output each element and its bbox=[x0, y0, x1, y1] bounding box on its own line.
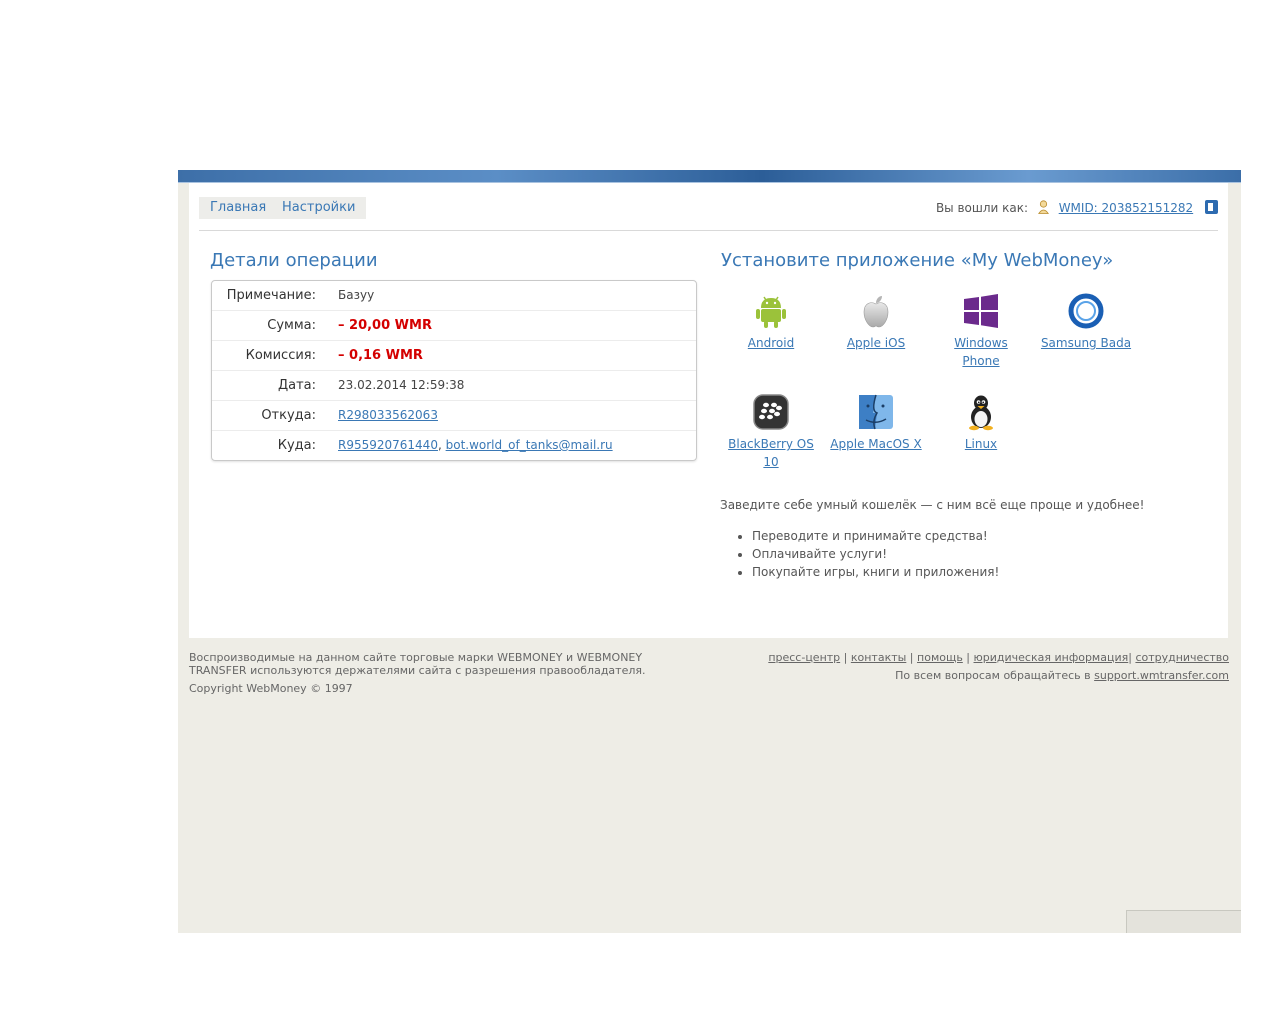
details-table: Примечание: Базуу Сумма: – 20,00 WMR Ком… bbox=[211, 280, 697, 461]
app-label[interactable]: Apple iOS bbox=[847, 336, 905, 350]
windows-icon bbox=[964, 294, 998, 328]
note-value: Базуу bbox=[338, 288, 375, 302]
list-item: Оплачивайте услуги! bbox=[752, 545, 999, 563]
support-link[interactable]: support.wmtransfer.com bbox=[1094, 669, 1229, 682]
support-text: По всем вопросам обращайтесь в bbox=[895, 669, 1091, 682]
mini-widget bbox=[1126, 910, 1241, 933]
table-row: Комиссия: – 0,16 WMR bbox=[212, 340, 696, 370]
tab-settings[interactable]: Настройки bbox=[271, 197, 367, 219]
apple-icon bbox=[863, 296, 889, 328]
details-title: Детали операции bbox=[210, 250, 378, 271]
to-separator: , bbox=[437, 438, 446, 452]
bada-icon bbox=[1068, 293, 1104, 329]
app-android[interactable]: Android bbox=[725, 292, 817, 352]
footer-links: пресс-центр | контакты | помощь | юридич… bbox=[768, 651, 1229, 664]
table-row: Откуда: R298033562063 bbox=[212, 400, 696, 430]
trademark-notice: Воспроизводимые на данном сайте торговые… bbox=[189, 651, 646, 677]
from-value: R298033562063 bbox=[338, 401, 696, 430]
tab-home[interactable]: Главная bbox=[199, 197, 278, 219]
page-frame: Главная Настройки Вы вошли как: WMID: 20… bbox=[178, 170, 1241, 933]
fee-value: – 0,16 WMR bbox=[338, 348, 423, 363]
to-email-link[interactable]: bot.world_of_tanks@mail.ru bbox=[446, 438, 613, 452]
user-icon bbox=[1037, 200, 1049, 214]
list-item: Переводите и принимайте средства! bbox=[752, 527, 999, 545]
to-purse-link[interactable]: R955920761440 bbox=[338, 438, 438, 452]
footer-support: По всем вопросам обращайтесь в support.w… bbox=[895, 669, 1229, 682]
note-label: Примечание: bbox=[226, 288, 316, 303]
footer-link-help[interactable]: помощь bbox=[917, 651, 963, 664]
from-purse-link[interactable]: R298033562063 bbox=[338, 408, 438, 422]
amount-label: Сумма: bbox=[267, 318, 316, 333]
app-macos[interactable]: Apple MacOS X bbox=[830, 393, 922, 453]
table-row: Примечание: Базуу bbox=[212, 281, 696, 310]
app-linux[interactable]: Linux bbox=[935, 393, 1027, 453]
to-label: Куда: bbox=[277, 438, 316, 453]
app-label[interactable]: Windows Phone bbox=[954, 336, 1008, 368]
app-label[interactable]: Apple MacOS X bbox=[830, 437, 921, 451]
login-info: Вы вошли как: WMID: 203852151282 bbox=[936, 200, 1218, 215]
table-row: Куда: R955920761440, bot.world_of_tanks@… bbox=[212, 430, 696, 460]
date-value: 23.02.2014 12:59:38 bbox=[338, 378, 465, 392]
footer-link-legal[interactable]: юридическая информация bbox=[974, 651, 1129, 664]
app-label[interactable]: BlackBerry OS 10 bbox=[728, 437, 814, 469]
to-value: R955920761440, bot.world_of_tanks@mail.r… bbox=[338, 431, 696, 460]
finder-icon bbox=[859, 394, 893, 430]
tux-icon bbox=[969, 395, 993, 431]
install-title: Установите приложение «My WebMoney» bbox=[721, 250, 1114, 271]
footer-link-press[interactable]: пресс-центр bbox=[768, 651, 840, 664]
table-row: Дата: 23.02.2014 12:59:38 bbox=[212, 370, 696, 400]
list-item: Покупайте игры, книги и приложения! bbox=[752, 563, 999, 581]
date-label: Дата: bbox=[277, 378, 316, 393]
app-label[interactable]: Android bbox=[748, 336, 794, 350]
table-row: Сумма: – 20,00 WMR bbox=[212, 310, 696, 340]
login-label: Вы вошли как: bbox=[935, 201, 1029, 215]
blackberry-icon bbox=[753, 394, 789, 430]
from-label: Откуда: bbox=[261, 408, 316, 423]
app-label[interactable]: Samsung Bada bbox=[1041, 336, 1131, 350]
amount-value: – 20,00 WMR bbox=[338, 318, 432, 333]
header-bar bbox=[178, 170, 1241, 183]
wmid-link[interactable]: WMID: 203852151282 bbox=[1059, 201, 1193, 215]
app-label[interactable]: Linux bbox=[965, 437, 997, 451]
divider bbox=[199, 230, 1218, 231]
logout-icon[interactable] bbox=[1205, 200, 1218, 214]
fee-label: Комиссия: bbox=[245, 348, 316, 363]
promo-text: Заведите себе умный кошелёк — с ним всё … bbox=[720, 498, 1145, 512]
app-ios[interactable]: Apple iOS bbox=[830, 292, 922, 352]
content-panel: Главная Настройки Вы вошли как: WMID: 20… bbox=[189, 183, 1228, 638]
app-windows-phone[interactable]: Windows Phone bbox=[935, 292, 1027, 370]
copyright: Copyright WebMoney © 1997 bbox=[189, 682, 353, 695]
footer-link-contacts[interactable]: контакты bbox=[851, 651, 906, 664]
app-samsung-bada[interactable]: Samsung Bada bbox=[1040, 292, 1132, 352]
footer-link-partnership[interactable]: сотрудничество bbox=[1135, 651, 1229, 664]
feature-list: Переводите и принимайте средства! Оплачи… bbox=[740, 527, 999, 581]
android-icon bbox=[756, 296, 786, 328]
app-blackberry[interactable]: BlackBerry OS 10 bbox=[725, 393, 817, 471]
